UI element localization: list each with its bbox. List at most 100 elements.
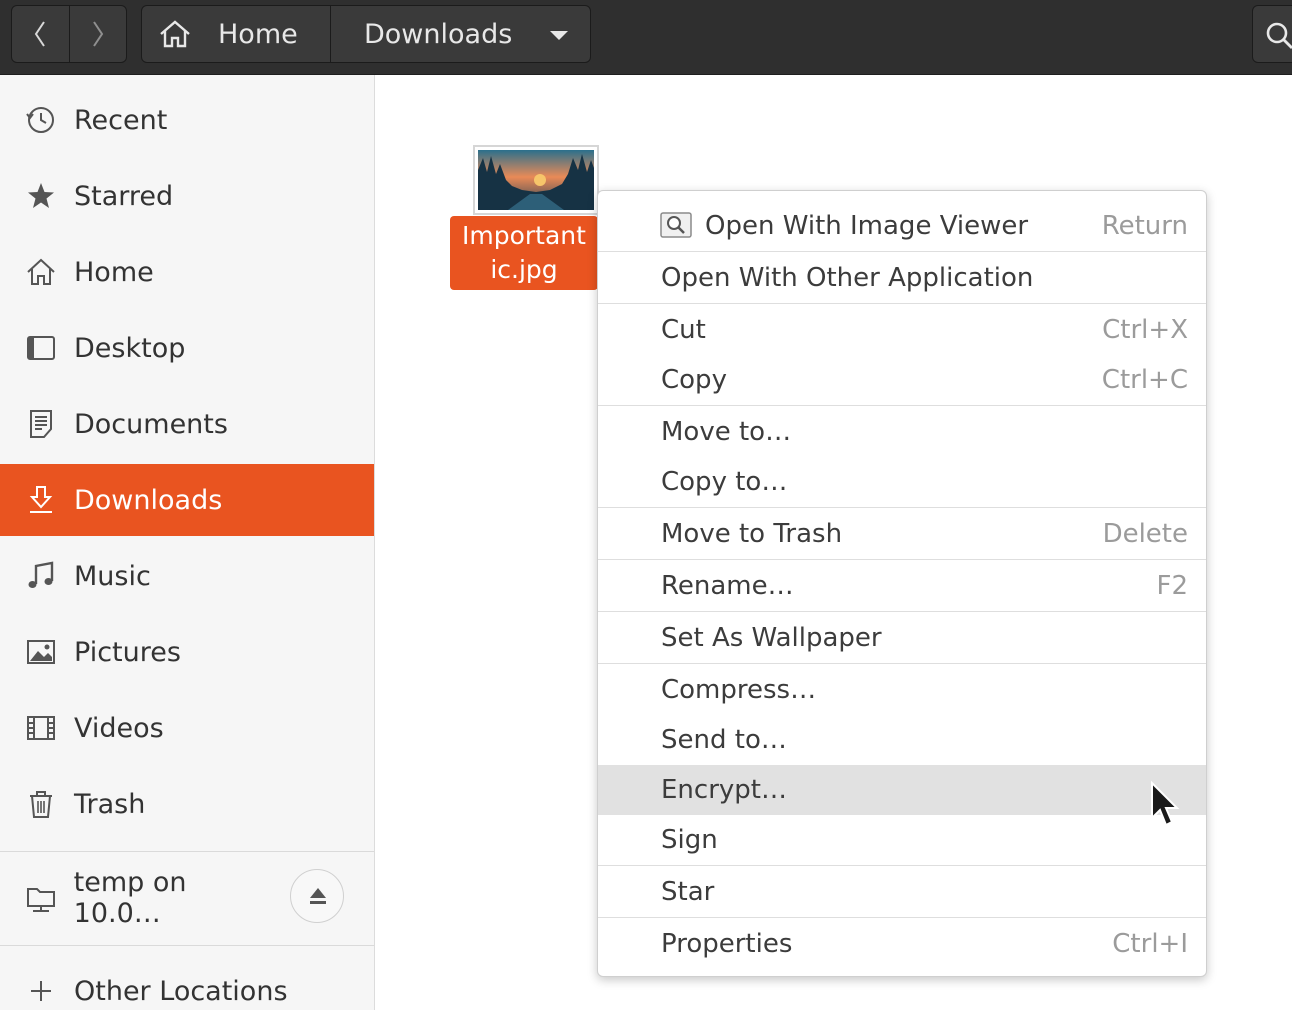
sidebar-item-label: Downloads [74,484,223,516]
sidebar-item-documents[interactable]: Documents [0,388,374,460]
path-downloads-button[interactable]: Downloads [331,6,590,62]
menu-item-accelerator: Return [1101,211,1188,241]
menu-item-sign[interactable]: Sign [598,815,1206,865]
menu-item-rename[interactable]: Rename… F2 [598,561,1206,611]
sidebar-item-label: Videos [74,712,164,744]
sidebar-item-label: Music [74,560,151,592]
eject-icon [310,888,326,904]
menu-item-label: Copy [661,365,727,395]
home-icon [160,20,190,48]
sidebar-item-trash[interactable]: Trash [0,768,374,840]
trash-icon [24,787,58,821]
mouse-pointer-icon [1151,780,1180,827]
menu-item-encrypt[interactable]: Encrypt… [598,765,1206,815]
sidebar-item-label: Documents [74,408,228,440]
menu-item-label: Move to… [661,417,792,447]
menu-item-label: Copy to… [661,467,788,497]
menu-item-label: Compress… [661,675,817,705]
menu-item-label: Cut [661,315,706,345]
plus-icon [24,974,58,1008]
menu-separator [598,507,1206,508]
chevron-left-icon [35,21,46,47]
document-icon [24,407,58,441]
image-viewer-icon [660,212,692,238]
sidebar-item-desktop[interactable]: Desktop [0,312,374,384]
chevron-right-icon [92,21,103,47]
menu-item-accelerator: F2 [1156,571,1189,601]
menu-item-open-with-other-application[interactable]: Open With Other Application [598,253,1206,303]
music-icon [24,559,58,593]
dropdown-arrow-icon [550,31,568,40]
sidebar-item-videos[interactable]: Videos [0,692,374,764]
search-icon [1266,22,1292,49]
menu-item-move-to[interactable]: Move to… [598,407,1206,457]
header-bar: Home Downloads [0,0,1292,75]
menu-item-open-with-image-viewer[interactable]: Open With Image Viewer Return [598,201,1206,251]
sidebar-item-recent[interactable]: Recent [0,84,374,156]
home-icon [24,255,58,289]
context-menu: Open With Image Viewer Return Open With … [597,190,1207,977]
menu-item-star[interactable]: Star [598,867,1206,917]
sidebar-separator [0,851,374,852]
menu-separator [598,917,1206,918]
sidebar-separator [0,945,374,946]
sidebar-item-label: Pictures [74,636,181,668]
menu-separator [598,663,1206,664]
back-button[interactable] [12,6,69,62]
eject-button[interactable] [290,869,344,923]
menu-item-label: Send to… [661,725,787,755]
search-button[interactable] [1252,5,1292,63]
sidebar-item-label: Trash [74,788,146,820]
sidebar-item-label: Recent [74,104,168,136]
path-downloads-label: Downloads [364,18,513,50]
forward-button[interactable] [68,6,127,62]
sidebar-item-home[interactable]: Home [0,236,374,308]
sidebar-item-music[interactable]: Music [0,540,374,612]
menu-item-label: Open With Other Application [661,263,1034,293]
sidebar: Recent Starred Home Desktop Documents Do… [0,75,375,1010]
path-home-label: Home [218,18,298,50]
menu-item-label: Rename… [661,571,794,601]
sidebar-item-downloads[interactable]: Downloads [0,464,374,536]
menu-item-compress[interactable]: Compress… [598,665,1206,715]
navigation-buttons [11,5,127,63]
network-folder-icon [24,881,58,915]
menu-item-cut[interactable]: Cut Ctrl+X [598,305,1206,355]
menu-separator [598,405,1206,406]
path-home-button[interactable]: Home [142,6,331,62]
menu-item-label: Set As Wallpaper [661,623,882,653]
menu-separator [598,559,1206,560]
menu-item-accelerator: Ctrl+C [1101,365,1188,395]
file-name-label[interactable]: Important ic.jpg [450,216,598,290]
sidebar-item-pictures[interactable]: Pictures [0,616,374,688]
sidebar-item-other-locations[interactable]: Other Locations [0,955,374,1027]
menu-separator [598,865,1206,866]
landscape-thumbnail-image [478,150,594,210]
menu-item-copy[interactable]: Copy Ctrl+C [598,355,1206,405]
menu-item-properties[interactable]: Properties Ctrl+I [598,919,1206,969]
file-name-line-2: ic.jpg [490,255,558,284]
menu-item-label: Open With Image Viewer [705,211,1029,241]
menu-item-set-as-wallpaper[interactable]: Set As Wallpaper [598,613,1206,663]
star-icon [24,179,58,213]
picture-icon [24,635,58,669]
file-name-line-1: Important [462,221,586,250]
menu-item-accelerator: Ctrl+X [1102,315,1188,345]
sidebar-item-label: temp on 10.0… [73,867,187,929]
film-icon [24,711,58,745]
menu-item-send-to[interactable]: Send to… [598,715,1206,765]
sidebar-item-network-mount[interactable]: temp on 10.0… [0,862,280,934]
sidebar-item-label: Home [74,256,154,288]
menu-item-label: Move to Trash [661,519,843,549]
path-bar: Home Downloads [141,5,591,63]
menu-separator [598,251,1206,252]
file-thumbnail[interactable] [473,145,599,215]
sidebar-item-label: Desktop [74,332,186,364]
sidebar-item-starred[interactable]: Starred [0,160,374,232]
clock-icon [24,103,58,137]
menu-item-label: Sign [661,825,718,855]
menu-separator [598,303,1206,304]
menu-item-copy-to[interactable]: Copy to… [598,457,1206,507]
sidebar-item-label: Other Locations [74,975,288,1007]
menu-item-move-to-trash[interactable]: Move to Trash Delete [598,509,1206,559]
